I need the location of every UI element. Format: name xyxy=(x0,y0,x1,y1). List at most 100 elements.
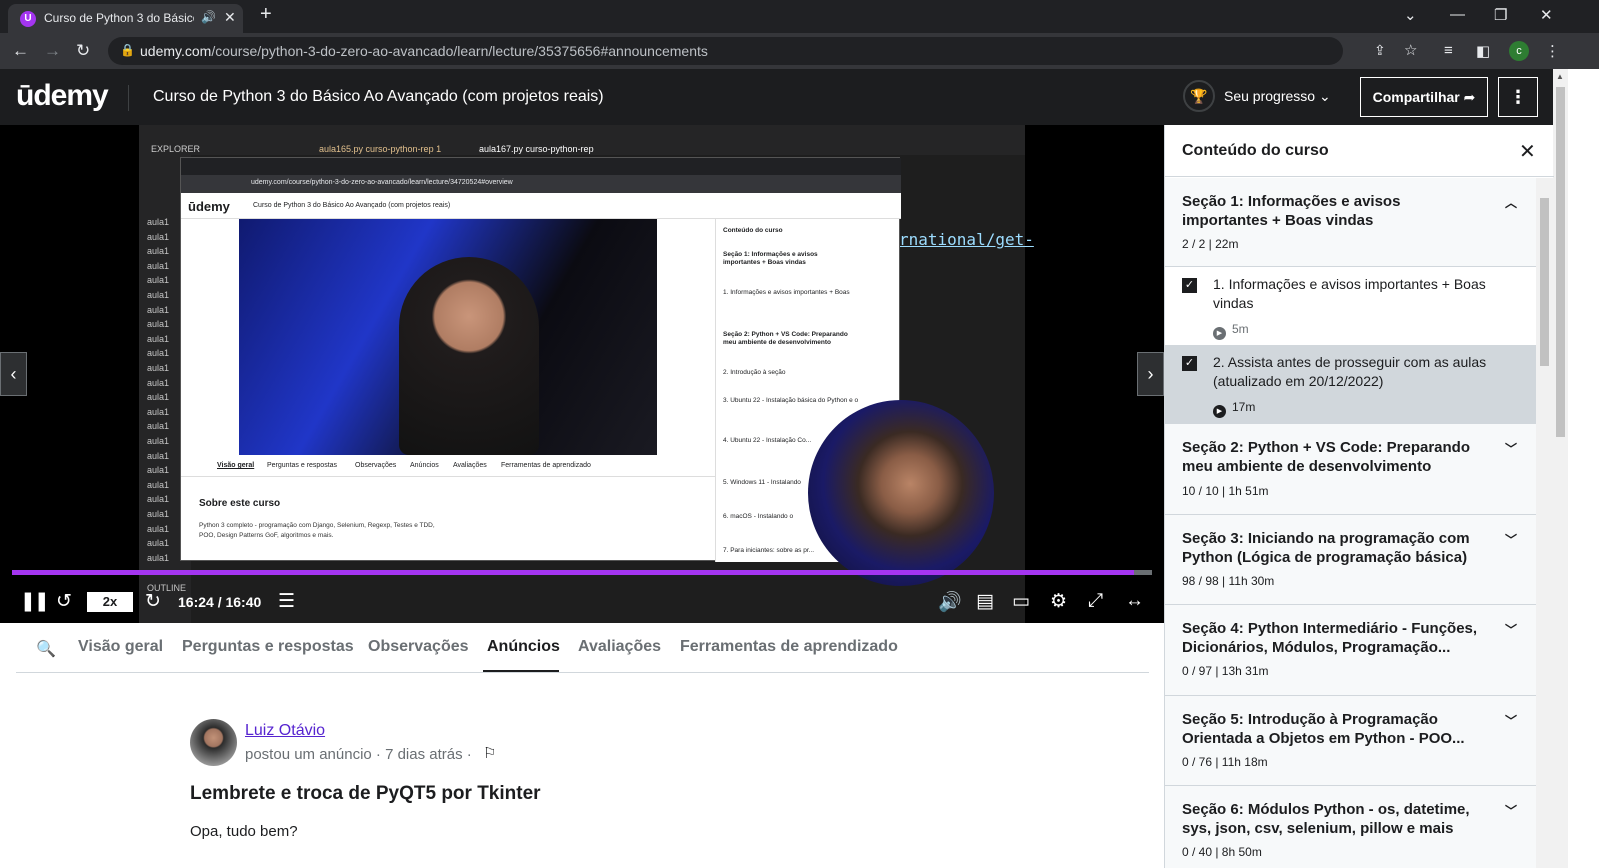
media-control-icon[interactable]: ≡ xyxy=(1444,42,1453,59)
pause-icon[interactable]: ❚❚ xyxy=(20,590,50,613)
editor-file-item: aula1 xyxy=(147,348,170,359)
tab-notes[interactable]: Observações xyxy=(368,638,469,656)
expand-width-icon[interactable]: ↔ xyxy=(1125,590,1144,612)
section-meta: 2 / 2 | 22m xyxy=(1182,237,1239,251)
browser-tab[interactable]: U Curso de Python 3 do Básico Ao Avançad… xyxy=(8,4,243,33)
omnibox[interactable]: 🔒 udemy.com/course/python-3-do-zero-ao-a… xyxy=(108,37,1417,65)
next-lecture-button[interactable]: › xyxy=(1137,352,1164,396)
close-window-icon[interactable]: ✕ xyxy=(1540,6,1553,24)
progress-dropdown[interactable]: Seu progresso ⌄ xyxy=(1224,88,1331,105)
scrollbar-thumb[interactable] xyxy=(1556,87,1565,437)
rewind-icon[interactable]: ↺ xyxy=(56,590,72,613)
video-player[interactable]: EXPLORER EXPLORER aula165.py curso-pytho… xyxy=(0,125,1164,623)
tab-overview[interactable]: Visão geral xyxy=(78,638,163,656)
minimize-icon[interactable]: — xyxy=(1450,6,1465,23)
inner-tabs: Visão geral Perguntas e respostas Observ… xyxy=(181,455,715,477)
tab-announcements[interactable]: Anúncios xyxy=(487,638,560,656)
page-scrollbar[interactable]: ▲ xyxy=(1553,69,1568,868)
playback-speed-button[interactable]: 2x xyxy=(87,592,133,612)
inner-tab: Perguntas e respostas xyxy=(267,462,338,469)
lock-icon: 🔒 xyxy=(120,43,135,57)
scroll-up-icon[interactable]: ▲ xyxy=(1556,72,1564,81)
editor-file-item: aula1 xyxy=(147,494,170,505)
lecture-item-current[interactable]: ✓ 2. Assista antes de prosseguir com as … xyxy=(1165,345,1536,424)
section-4[interactable]: Seção 4: Python Intermediário - Funções,… xyxy=(1165,605,1536,696)
more-options-button[interactable]: ⋮ xyxy=(1498,77,1538,117)
tab-search-icon[interactable]: ⌄ xyxy=(1404,6,1417,24)
forward-icon[interactable]: ↻ xyxy=(145,590,161,613)
section-meta: 0 / 76 | 11h 18m xyxy=(1182,755,1268,769)
section-meta: 98 / 98 | 11h 30m xyxy=(1182,574,1275,588)
inner-tab-bar xyxy=(181,158,901,175)
lecture-item[interactable]: ✓ 1. Informações e avisos importantes + … xyxy=(1165,267,1536,345)
announcement-title: Lembrete e troca de PyQT5 por Tkinter xyxy=(190,783,541,804)
volume-icon[interactable]: 🔊 xyxy=(938,590,962,614)
tab-title: Curso de Python 3 do Básico Ao Avançado xyxy=(44,11,194,25)
restore-icon[interactable]: ❐ xyxy=(1494,6,1507,24)
lecture-duration: ▶ 17m xyxy=(1213,400,1255,418)
inner-side-item: meu ambiente de desenvolvimento xyxy=(723,339,832,346)
sidebar-scrollbar-thumb[interactable] xyxy=(1540,198,1549,366)
chevron-up-icon: ︿ xyxy=(1505,196,1518,210)
course-title[interactable]: Curso de Python 3 do Básico Ao Avançado … xyxy=(153,88,604,106)
lecture-title: 1. Informações e avisos importantes + Bo… xyxy=(1213,276,1486,311)
bookmark-star-icon[interactable]: ☆ xyxy=(1404,41,1417,59)
inner-video xyxy=(239,219,657,455)
completed-checkbox[interactable]: ✓ xyxy=(1182,356,1197,371)
add-note-icon[interactable]: ☰ xyxy=(278,590,295,613)
play-icon: ▶ xyxy=(1213,405,1226,418)
side-panel-icon[interactable]: ◧ xyxy=(1476,42,1490,60)
chevron-down-icon: ﹀ xyxy=(1505,533,1518,547)
browser-tab-bar: U Curso de Python 3 do Básico Ao Avançad… xyxy=(0,0,1599,33)
video-progress-bar[interactable] xyxy=(12,570,1152,575)
fullscreen-icon[interactable]: ⤢ xyxy=(1088,590,1103,612)
profile-avatar[interactable]: c xyxy=(1509,41,1529,61)
close-tab-icon[interactable]: ✕ xyxy=(224,9,236,26)
back-icon[interactable]: ← xyxy=(12,41,29,61)
reload-icon[interactable]: ↻ xyxy=(76,41,90,61)
section-meta: 10 / 10 | 1h 51m xyxy=(1182,484,1269,498)
chevron-down-icon: ﹀ xyxy=(1505,623,1518,637)
completed-checkbox[interactable]: ✓ xyxy=(1182,278,1197,293)
speaker-icon[interactable]: 🔊 xyxy=(201,10,216,24)
forward-icon[interactable]: → xyxy=(44,41,61,61)
section-6[interactable]: Seção 6: Módulos Python - os, datetime, … xyxy=(1165,786,1536,868)
chrome-menu-icon[interactable]: ⋮ xyxy=(1545,42,1560,60)
udemy-logo[interactable]: ūdemy xyxy=(16,79,109,113)
section-title: Seção 3: Iniciando na programação com Py… xyxy=(1182,530,1470,566)
close-sidebar-icon[interactable]: ✕ xyxy=(1519,139,1536,164)
share-page-icon[interactable]: ⇪ xyxy=(1374,42,1386,59)
section-3[interactable]: Seção 3: Iniciando na programação com Py… xyxy=(1165,515,1536,605)
tab-reviews[interactable]: Avaliações xyxy=(578,638,661,656)
trophy-icon[interactable]: 🏆 xyxy=(1183,80,1215,112)
section-5[interactable]: Seção 5: Introdução à Programação Orient… xyxy=(1165,696,1536,786)
header-divider xyxy=(128,85,129,111)
progress-label: Seu progresso xyxy=(1224,88,1316,104)
report-flag-icon[interactable]: ⚐ xyxy=(483,744,496,762)
previous-lecture-button[interactable]: ‹ xyxy=(0,352,27,396)
author-link[interactable]: Luiz Otávio xyxy=(245,722,325,740)
inner-tab: Anúncios xyxy=(410,462,439,469)
editor-tab-bar: EXPLORER aula165.py curso-python-rep 1 a… xyxy=(139,125,1025,155)
inner-side-item: 3. Ubuntu 22 - Instalação básica do Pyth… xyxy=(723,397,859,404)
tab-qa[interactable]: Perguntas e respostas xyxy=(182,638,354,656)
settings-gear-icon[interactable]: ⚙ xyxy=(1050,590,1067,613)
share-button[interactable]: Compartilhar ➦ xyxy=(1360,77,1488,117)
section-title: Seção 6: Módulos Python - os, datetime, … xyxy=(1182,801,1470,837)
section-1[interactable]: Seção 1: Informações e avisos importante… xyxy=(1165,178,1536,267)
section-2[interactable]: Seção 2: Python + VS Code: Preparando me… xyxy=(1165,424,1536,515)
inner-side-item: 2. Introdução à seção xyxy=(723,369,786,376)
new-tab-icon[interactable]: + xyxy=(260,3,272,26)
inner-course-title: Curso de Python 3 do Básico Ao Avançado … xyxy=(253,202,451,209)
posted-meta: postou um anúncio · 7 dias atrás · xyxy=(245,746,472,763)
section-meta: 0 / 97 | 13h 31m xyxy=(1182,664,1269,678)
tab-learning-tools[interactable]: Ferramentas de aprendizado xyxy=(680,638,898,656)
search-icon[interactable]: 🔍 xyxy=(36,639,56,659)
inner-logo: ūdemy xyxy=(188,199,230,214)
transcript-icon[interactable]: ▤ xyxy=(976,590,994,613)
inner-side-item: 7. Para iniciantes: sobre as pr... xyxy=(723,547,815,554)
captions-icon[interactable]: ▭ xyxy=(1012,590,1030,613)
editor-file-item: aula1 xyxy=(147,406,170,417)
sidebar-scrollbar[interactable] xyxy=(1536,178,1553,868)
url-text: udemy.com/course/python-3-do-zero-ao-ava… xyxy=(140,43,708,59)
